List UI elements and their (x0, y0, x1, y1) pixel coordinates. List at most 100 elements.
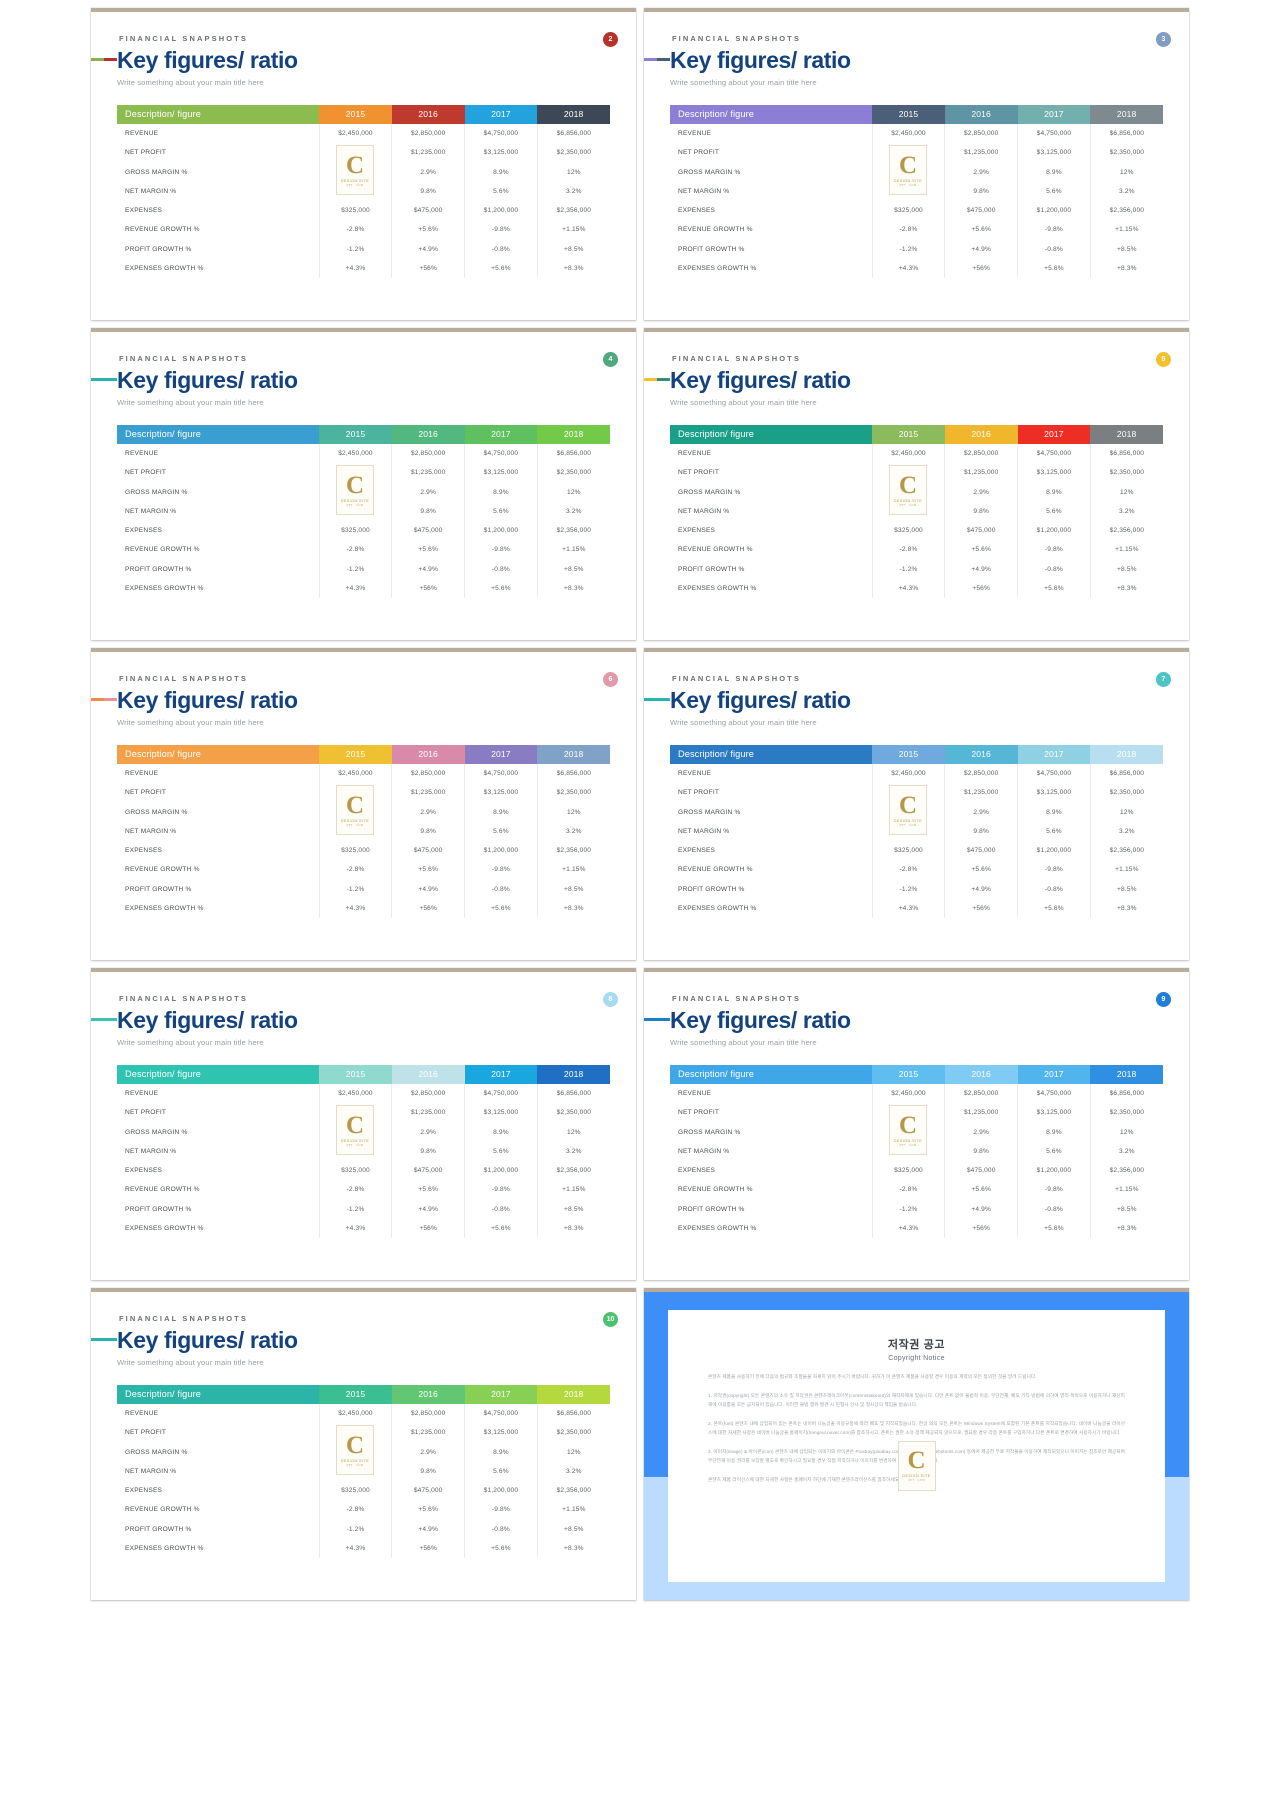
accent-rule (91, 378, 117, 381)
cell-2016: 2.9% (944, 162, 1018, 182)
key-figures-table: Description/ figure 2015 2016 2017 2018 REVE… (670, 104, 1163, 279)
row-label: EXPENSES GROWTH % (125, 1545, 204, 1553)
cell-2016: $1,235,000 (944, 1103, 1018, 1123)
row-label: EXPENSES (678, 1167, 716, 1175)
slide-card-10[interactable]: 10 FINANCIAL SNAPSHOTS Key figures/ rati… (91, 1288, 636, 1600)
cell-2016: $1,235,000 (391, 143, 465, 163)
slide-card-9[interactable]: 9 FINANCIAL SNAPSHOTS Key figures/ ratio… (644, 968, 1189, 1280)
slide-eyebrow: FINANCIAL SNAPSHOTS (672, 994, 801, 1003)
slide-card-8[interactable]: 8 FINANCIAL SNAPSHOTS Key figures/ ratio… (91, 968, 636, 1280)
page-title: Key figures/ ratio (117, 47, 298, 73)
cell-2017: 5.6% (1017, 501, 1091, 522)
cell-2015: +4.3% (871, 1218, 945, 1239)
cell-2018: $6,856,000 (536, 763, 610, 784)
cell-2018: 12% (1089, 1122, 1163, 1142)
cell-2015: 4.3% (318, 802, 392, 822)
table-row: REVENUE GROWTH % -2.8% +5.6% -9.8% +1.15% (117, 860, 610, 880)
cell-2017: $1,200,000 (1017, 1161, 1091, 1181)
slide-title-wrap: Key figures/ ratio Write something about… (670, 48, 1163, 87)
col-header-description: Description/ figure (670, 1064, 873, 1084)
cell-2016: $2,850,000 (944, 123, 1018, 144)
cell-2017: 8.9% (464, 1122, 538, 1142)
table-row: REVENUE GROWTH % -2.8% +5.6% -9.8% +1.15% (670, 220, 1163, 240)
slide-subtitle: Write something about your main title he… (670, 77, 817, 87)
row-label: PROFIT GROWTH % (125, 1525, 192, 1533)
table-row: NET PROFIT $850,000 $1,235,000 $3,125,000 $2… (117, 143, 610, 163)
slide-card-7[interactable]: 7 FINANCIAL SNAPSHOTS Key figures/ ratio… (644, 648, 1189, 960)
cell-2015: 1.35% (318, 181, 392, 202)
cell-2017: -0.8% (464, 559, 538, 579)
key-figures-table: Description/ figure 2015 2016 2017 2018 REVE… (670, 424, 1163, 599)
slide-subtitle: Write something about your main title he… (117, 77, 264, 87)
cell-2017: -0.8% (464, 239, 538, 259)
cell-2017: $1,200,000 (1017, 521, 1091, 541)
table-row: GROSS MARGIN % 4.3% 2.9% 8.9% 12% (117, 1122, 610, 1142)
col-header-2018: 2018 (537, 1384, 610, 1404)
row-label: REVENUE GROWTH % (125, 1186, 200, 1194)
table-body: REVENUE $2,450,000 $2,850,000 $4,750,000 $6,… (117, 443, 610, 599)
slide-card-3[interactable]: 3 FINANCIAL SNAPSHOTS Key figures/ ratio… (644, 8, 1189, 320)
page-title: Key figures/ ratio (117, 687, 298, 713)
table-head: Description/ figure 2015 2016 2017 2018 (117, 744, 610, 764)
table-row: EXPENSES GROWTH % +4.3% +56% +5.6% +8.3% (117, 898, 610, 919)
cell-2017: -0.8% (1017, 559, 1091, 579)
copyright-paragraph-5: 콘텐츠 제품 라이선스에 대한 자세한 사항은 홈페이지 하단에 기재한 콘텐츠… (708, 1477, 901, 1483)
cell-2017: $4,750,000 (464, 1403, 538, 1424)
slide-card-2[interactable]: 2 FINANCIAL SNAPSHOTS Key figures/ ratio… (91, 8, 636, 320)
cell-2015: 4.3% (871, 1122, 945, 1142)
table-row: NET MARGIN % 1.35% 9.8% 5.6% 3.2% (670, 1141, 1163, 1162)
cell-2017: -9.8% (464, 1500, 538, 1520)
row-label: PROFIT GROWTH % (125, 565, 192, 573)
cell-2017: +5.6% (1017, 258, 1091, 279)
key-figures-table: Description/ figure 2015 2016 2017 2018 REVE… (117, 744, 610, 919)
cell-2016: $1,235,000 (391, 1423, 465, 1443)
cell-2017: $4,750,000 (464, 763, 538, 784)
row-label: NET MARGIN % (678, 1147, 730, 1155)
slide-title-wrap: Key figures/ ratio Write something about… (670, 1008, 1163, 1047)
row-label: EXPENSES (125, 847, 163, 855)
accent-segment-2 (104, 1338, 117, 1341)
cell-2018: $6,856,000 (536, 443, 610, 464)
table-header-row: Description/ figure 2015 2016 2017 2018 (670, 744, 1163, 764)
cell-2017: $3,125,000 (1017, 783, 1091, 803)
table-row: NET PROFIT $850,000 $1,235,000 $3,125,000 $2… (117, 463, 610, 483)
cell-2016: +5.6% (944, 1180, 1018, 1200)
table-row: PROFIT GROWTH % -1.2% +4.9% -0.8% +8.5% (117, 1519, 610, 1539)
row-label: GROSS MARGIN % (678, 1128, 741, 1136)
cell-2015: 1.35% (871, 1141, 945, 1162)
cell-2015: $325,000 (318, 841, 392, 861)
row-label: NET PROFIT (125, 789, 167, 797)
cell-2015: -1.2% (318, 1519, 392, 1539)
accent-rule (644, 378, 670, 381)
cell-2016: $475,000 (944, 1161, 1018, 1181)
cell-2018: 12% (1089, 802, 1163, 822)
row-label: NET PROFIT (678, 469, 720, 477)
cell-2018: $2,356,000 (536, 1161, 610, 1181)
slide-card-6[interactable]: 6 FINANCIAL SNAPSHOTS Key figures/ ratio… (91, 648, 636, 960)
slide-card-4[interactable]: 4 FINANCIAL SNAPSHOTS Key figures/ ratio… (91, 328, 636, 640)
table-head: Description/ figure 2015 2016 2017 2018 (117, 1384, 610, 1404)
cell-2017: -0.8% (464, 879, 538, 899)
cell-2018: +8.3% (536, 258, 610, 279)
table-row: PROFIT GROWTH % -1.2% +4.9% -0.8% +8.5% (117, 239, 610, 259)
cell-2015: 4.3% (318, 162, 392, 182)
col-header-2017: 2017 (464, 1384, 538, 1404)
cell-2016: +5.6% (391, 540, 465, 560)
cell-2015: $325,000 (318, 201, 392, 221)
copyright-slide-card[interactable]: 저작권 공고 Copyright Notice 콘텐츠 제품을 사용하기 전에 다음… (644, 1288, 1189, 1600)
col-header-description: Description/ figure (670, 424, 873, 444)
row-label: REVENUE (678, 449, 712, 457)
slide-card-5[interactable]: 5 FINANCIAL SNAPSHOTS Key figures/ ratio… (644, 328, 1189, 640)
accent-rule (644, 58, 670, 61)
accent-segment-2 (657, 1018, 670, 1021)
col-header-2018: 2018 (1090, 424, 1163, 444)
row-label: REVENUE GROWTH % (678, 226, 753, 234)
table-row: NET MARGIN % 1.35% 9.8% 5.6% 3.2% (670, 821, 1163, 842)
cell-2018: 12% (536, 1122, 610, 1142)
cell-2015: 1.35% (871, 821, 945, 842)
cell-2018: +8.3% (1089, 898, 1163, 919)
cell-2017: $4,750,000 (1017, 123, 1091, 144)
table-row: PROFIT GROWTH % -1.2% +4.9% -0.8% +8.5% (117, 559, 610, 579)
col-header-2016: 2016 (944, 744, 1018, 764)
slide-eyebrow: FINANCIAL SNAPSHOTS (672, 34, 801, 43)
